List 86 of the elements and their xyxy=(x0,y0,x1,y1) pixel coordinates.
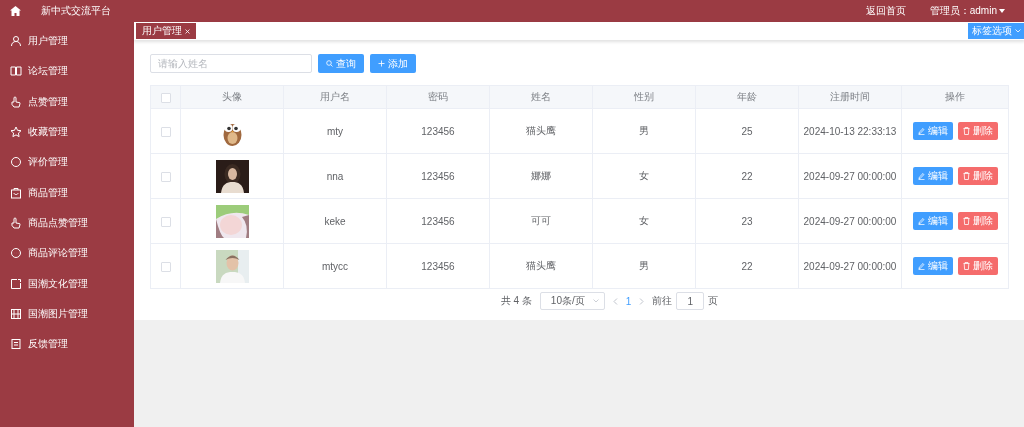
table-cell: 猫头鹰 xyxy=(526,125,556,136)
column-header: 性别 xyxy=(634,91,654,102)
table-cell: 123456 xyxy=(421,170,455,182)
search-field[interactable]: 请输入姓名 xyxy=(150,54,312,73)
table-cell: 2024-09-27 00:00:00 xyxy=(803,215,897,227)
pencil-icon xyxy=(917,172,925,180)
plus-icon xyxy=(378,60,385,67)
column-header: 密码 xyxy=(428,91,448,102)
table-cell: 猫头鹰 xyxy=(526,260,556,271)
home-link[interactable]: 返回首页 xyxy=(865,4,906,18)
menu-item-icon xyxy=(10,126,22,139)
goto-label: 前往 xyxy=(652,294,673,308)
close-icon[interactable] xyxy=(185,28,190,34)
table-cell: 女 xyxy=(639,170,649,181)
table-cell: mtycc xyxy=(321,260,349,272)
table-cell: mty xyxy=(326,125,344,137)
table-cell: 123456 xyxy=(421,260,455,272)
sidebar-item[interactable]: 点赞管理 xyxy=(0,86,134,117)
total-count: 共 4 条 xyxy=(500,294,532,308)
menu-item-icon xyxy=(10,277,22,290)
checkbox[interactable] xyxy=(160,261,171,272)
column-header: 注册时间 xyxy=(830,91,870,102)
table-cell: 25 xyxy=(741,125,753,137)
table-cell: 123456 xyxy=(421,215,455,227)
table-cell: 女 xyxy=(639,215,649,226)
table-cell: 22 xyxy=(741,260,753,272)
trash-icon xyxy=(962,127,970,135)
sidebar-item[interactable]: 论坛管理 xyxy=(0,56,134,87)
chevron-down-icon xyxy=(1015,29,1021,33)
menu-item-icon xyxy=(10,307,22,320)
goto-suffix: 页 xyxy=(708,294,719,308)
column-header: 头像 xyxy=(222,91,242,102)
menu-item-icon xyxy=(10,65,22,78)
table-cell: 123456 xyxy=(421,125,455,137)
sidebar-item[interactable]: 国潮文化管理 xyxy=(0,268,134,299)
previous-page-icon[interactable] xyxy=(612,297,618,305)
pencil-icon xyxy=(917,262,925,270)
app-title: 新中式交流平台 xyxy=(41,4,112,18)
column-header: 姓名 xyxy=(531,91,551,102)
menu-item-icon xyxy=(10,338,22,351)
menu-item-icon xyxy=(10,216,22,229)
sidebar-item[interactable]: 国潮图片管理 xyxy=(0,298,134,329)
pencil-icon xyxy=(917,217,925,225)
menu-item-icon xyxy=(10,35,22,48)
trash-icon xyxy=(962,217,970,225)
checkbox[interactable] xyxy=(160,126,171,137)
table-cell: 可可 xyxy=(531,215,551,226)
table-cell: 男 xyxy=(639,125,649,136)
caret-icon xyxy=(999,9,1005,13)
column-header: 年龄 xyxy=(737,91,757,102)
sidebar-item[interactable]: 收藏管理 xyxy=(0,116,134,148)
search-icon xyxy=(326,60,333,67)
sidebar-item[interactable]: 评价管理 xyxy=(0,147,134,178)
pencil-icon xyxy=(917,127,925,135)
table-cell: 22 xyxy=(741,170,753,182)
home-icon[interactable] xyxy=(10,6,21,16)
sidebar-item[interactable]: 用户管理 xyxy=(0,26,134,57)
column-header: 操作 xyxy=(945,91,965,102)
table-cell: 2024-09-27 00:00:00 xyxy=(803,170,897,182)
menu-item-icon xyxy=(10,95,22,108)
trash-icon xyxy=(962,262,970,270)
checkbox[interactable] xyxy=(160,216,171,227)
sidebar-item[interactable]: 反馈管理 xyxy=(0,328,134,360)
table-cell: 男 xyxy=(639,260,649,271)
table-cell: 23 xyxy=(741,215,753,227)
table-cell: 2024-10-13 22:33:13 xyxy=(803,125,897,137)
next-page-icon[interactable] xyxy=(639,297,645,305)
checkbox[interactable] xyxy=(160,92,171,103)
page-size-select[interactable]: 10条/页 xyxy=(539,292,605,310)
tab[interactable]: 用户管理 xyxy=(136,23,196,39)
menu-item-icon xyxy=(10,186,22,199)
table-cell: 娜娜 xyxy=(531,170,551,181)
trash-icon xyxy=(962,172,970,180)
user-menu[interactable]: 管理员：admin xyxy=(929,4,1005,18)
sidebar-item[interactable]: 商品管理 xyxy=(0,177,134,208)
menu-item-icon xyxy=(10,156,22,169)
table-cell: nna xyxy=(326,170,344,182)
table-cell: keke xyxy=(324,215,346,227)
checkbox[interactable] xyxy=(160,171,171,182)
menu-item-icon xyxy=(10,247,22,260)
chevron-down-icon xyxy=(592,299,599,303)
column-header: 用户名 xyxy=(320,91,350,102)
table-cell: 2024-09-27 00:00:00 xyxy=(803,260,897,272)
sidebar-item[interactable]: 商品评论管理 xyxy=(0,238,134,269)
page-input[interactable]: 1 xyxy=(676,292,705,310)
sidebar-item[interactable]: 商品点赞管理 xyxy=(0,207,134,239)
